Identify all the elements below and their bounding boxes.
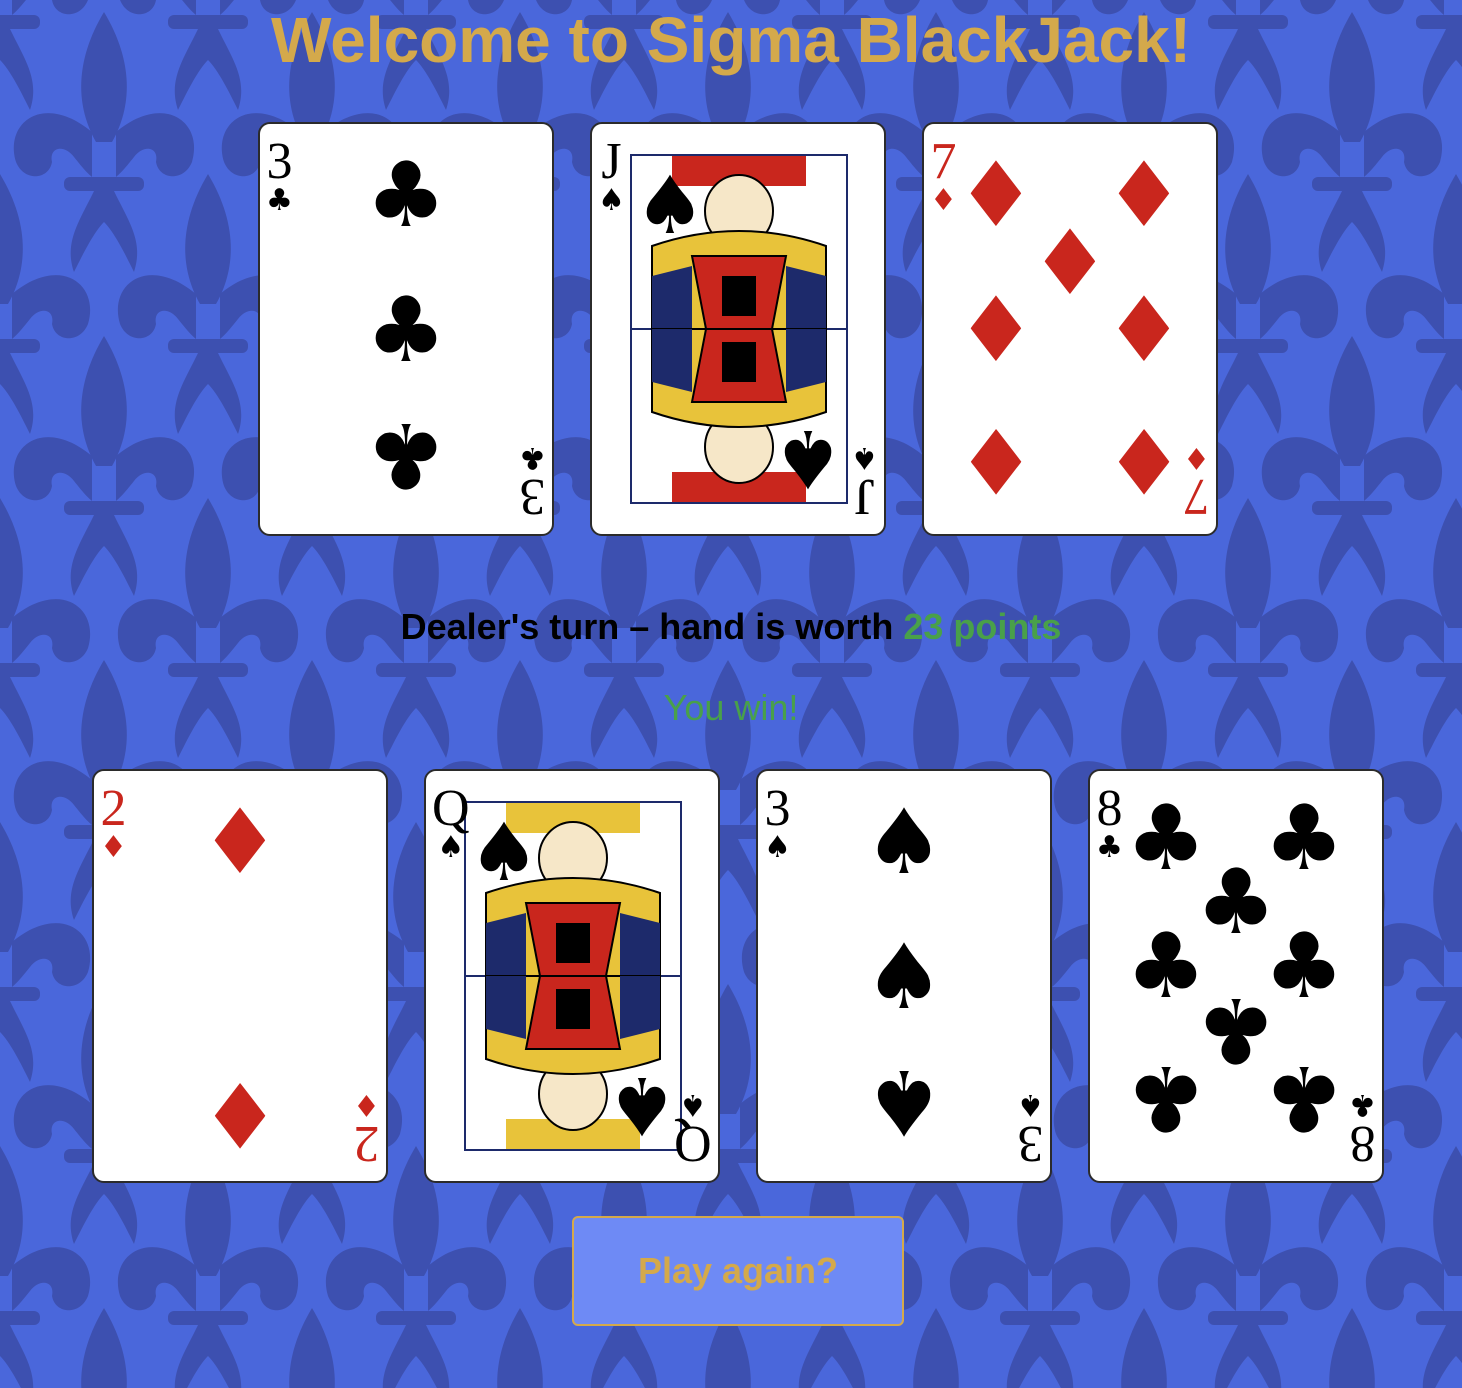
diamond-icon: ♦: [1103, 407, 1185, 512]
club-icon: ♣: [1125, 1045, 1207, 1150]
card-index-top-left: 8 ♣: [1096, 783, 1123, 863]
club-icon: ♣: [365, 402, 447, 507]
club-icon: ♣: [365, 143, 447, 248]
player-card-2-of-diamonds: ♦ ♦ 2 ♦ 2 ♦: [92, 769, 388, 1183]
spade-icon: ♠: [764, 830, 791, 865]
club-icon: ♣: [365, 278, 447, 383]
player-card-q-of-spades: ♠ ♠ Q ♠ Q ♠: [424, 769, 720, 1183]
spade-icon: ♠: [772, 412, 844, 505]
card-rank: Q: [674, 1115, 712, 1172]
card-index-bottom-right: Q ♠: [674, 1087, 712, 1172]
spade-icon: ♠: [598, 183, 625, 218]
card-index-bottom-right: 3 ♣: [519, 440, 546, 525]
card-rank: 3: [764, 780, 791, 837]
club-icon: ♣: [519, 440, 546, 475]
card-index-bottom-right: 7 ♦: [1183, 440, 1210, 525]
card-index-top-left: Q ♠: [432, 783, 470, 863]
club-icon: ♣: [1125, 786, 1207, 891]
diamond-icon: ♦: [199, 1061, 281, 1166]
spade-icon: ♠: [437, 830, 465, 865]
dealer-card-3-of-clubs: ♣ ♣ ♣ 3 ♣ 3 ♣: [258, 122, 554, 536]
card-rank: 2: [353, 1115, 380, 1172]
card-rank: 8: [1349, 1115, 1376, 1172]
diamond-icon: ♦: [930, 183, 957, 218]
diamond-icon: ♦: [100, 830, 127, 865]
card-rank: 8: [1096, 780, 1123, 837]
spade-icon: ♠: [851, 440, 878, 475]
club-icon: ♣: [266, 183, 293, 218]
player-card-3-of-spades: ♠ ♠ ♠ 3 ♠ 3 ♠: [756, 769, 1052, 1183]
card-rank: J: [601, 133, 622, 190]
play-again-button[interactable]: Play again?: [572, 1216, 904, 1326]
card-rank: 7: [1183, 468, 1210, 525]
card-rank: 7: [930, 133, 957, 190]
dealer-card-7-of-diamonds: ♦ ♦ ♦ ♦ ♦ ♦ ♦ 7 ♦ 7 ♦: [922, 122, 1218, 536]
card-rank: Q: [432, 780, 470, 837]
status-text: Dealer's turn – hand is worth: [400, 606, 904, 647]
card-rank: 3: [519, 468, 546, 525]
diamond-icon: ♦: [1103, 278, 1185, 383]
diamond-icon: ♦: [199, 790, 281, 895]
player-hand: ♦ ♦ 2 ♦ 2 ♦ ♠ ♠ Q ♠ Q ♠ ♠ ♠ ♠ 3 ♠ 3 ♠ ♣ ♣ ♣ ♣ ♣ ♣ ♣ ♣ 8 ♣ 8 ♣: [92, 769, 1384, 1183]
spade-icon: ♠: [863, 925, 945, 1030]
diamond-icon: ♦: [955, 143, 1037, 248]
card-index-bottom-right: 8 ♣: [1349, 1087, 1376, 1172]
game-result: You win!: [663, 687, 799, 728]
game-table: Welcome to Sigma BlackJack! ♣ ♣ ♣ 3 ♣ 3 ♣ ♠ ♠ J: [0, 0, 1462, 1388]
spade-icon: ♠: [863, 790, 945, 895]
page-title: Welcome to Sigma BlackJack!: [270, 4, 1192, 76]
card-index-bottom-right: 2 ♦: [353, 1087, 380, 1172]
club-icon: ♣: [1096, 830, 1123, 865]
card-rank: 3: [266, 133, 293, 190]
card-rank: J: [854, 468, 875, 525]
dealer-hand: ♣ ♣ ♣ 3 ♣ 3 ♣ ♠ ♠ J ♠ J ♠ ♦ ♦ ♦ ♦ ♦ ♦ ♦ 7 ♦ 7 ♦: [258, 122, 1218, 536]
diamond-icon: ♦: [1183, 440, 1210, 475]
card-rank: 3: [1017, 1115, 1044, 1172]
hand-points: 23 points: [903, 606, 1062, 647]
club-icon: ♣: [1263, 1045, 1345, 1150]
dealer-card-j-of-spades: ♠ ♠ J ♠ J ♠: [590, 122, 886, 536]
card-index-top-left: 7 ♦: [930, 136, 957, 216]
spade-icon: ♠: [1017, 1087, 1044, 1122]
spade-icon: ♠: [679, 1087, 707, 1122]
spade-icon: ♠: [634, 159, 706, 252]
diamond-icon: ♦: [955, 278, 1037, 383]
club-icon: ♣: [1349, 1087, 1376, 1122]
player-card-8-of-clubs: ♣ ♣ ♣ ♣ ♣ ♣ ♣ ♣ 8 ♣ 8 ♣: [1088, 769, 1384, 1183]
diamond-icon: ♦: [1029, 211, 1111, 316]
spade-icon: ♠: [606, 1059, 678, 1152]
card-index-top-left: 2 ♦: [100, 783, 127, 863]
card-index-top-left: 3 ♣: [266, 136, 293, 216]
card-rank: 2: [100, 780, 127, 837]
card-index-bottom-right: 3 ♠: [1017, 1087, 1044, 1172]
dealer-status: Dealer's turn – hand is worth 23 points: [0, 604, 1462, 650]
card-index-top-left: J ♠: [598, 136, 625, 216]
card-index-bottom-right: J ♠: [851, 440, 878, 525]
spade-icon: ♠: [863, 1049, 945, 1154]
diamond-icon: ♦: [1103, 143, 1185, 248]
spade-icon: ♠: [468, 806, 540, 899]
diamond-icon: ♦: [353, 1087, 380, 1122]
diamond-icon: ♦: [955, 407, 1037, 512]
card-index-top-left: 3 ♠: [764, 783, 791, 863]
club-icon: ♣: [1125, 914, 1207, 1019]
